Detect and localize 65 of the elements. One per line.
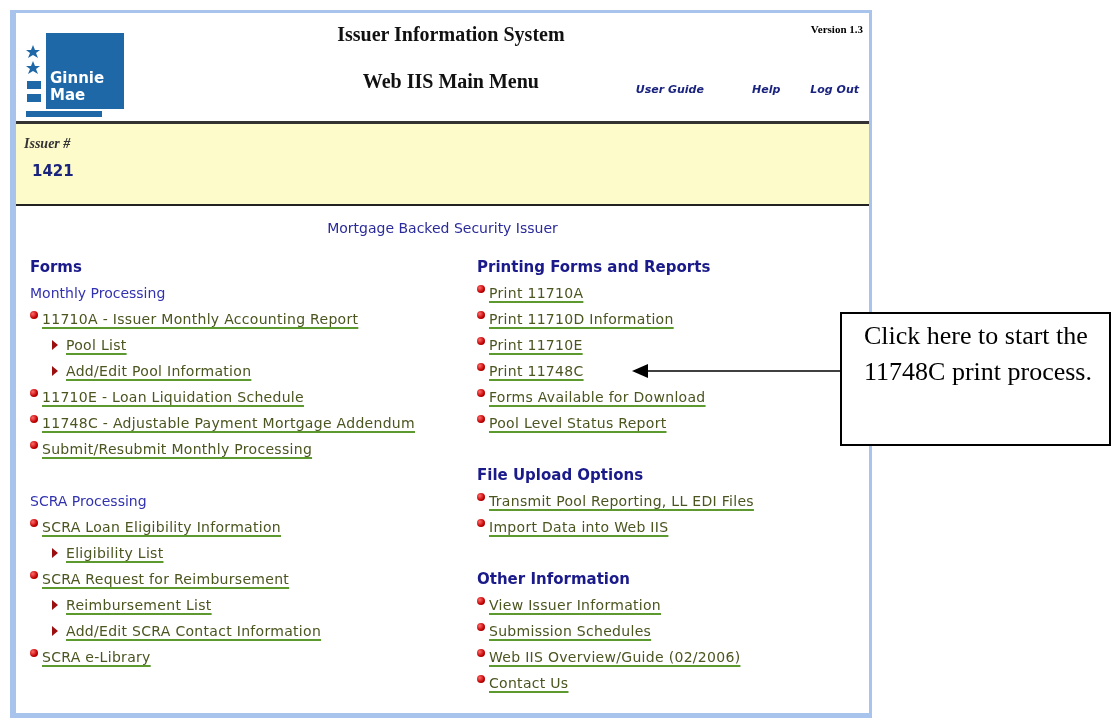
menu-link[interactable]: SCRA Request for Reimbursement xyxy=(42,571,290,587)
bullet-icon xyxy=(477,337,485,345)
menu-link[interactable]: Pool Level Status Report xyxy=(489,415,667,431)
menu-link[interactable]: Contact Us xyxy=(489,675,569,691)
section-heading: Forms xyxy=(30,258,82,276)
issuer-number: 1421 xyxy=(32,162,75,180)
bullet-icon xyxy=(30,311,38,319)
bullet-icon xyxy=(477,285,485,293)
callout-box: Click here to start the 11748C print process. xyxy=(840,312,1111,446)
menu-link[interactable]: Transmit Pool Reporting, LL EDI Files xyxy=(489,493,754,509)
menu-link[interactable]: Submit/Resubmit Monthly Processing xyxy=(42,441,313,457)
menu-link[interactable]: 11710E - Loan Liquidation Schedule xyxy=(42,389,304,405)
section-heading: Printing Forms and Reports xyxy=(477,258,711,276)
issuer-label: Issuer # xyxy=(24,136,72,152)
menu-link[interactable]: 11748C - Adjustable Payment Mortgage Addendum xyxy=(42,415,415,431)
triangle-icon xyxy=(52,340,58,350)
bullet-icon xyxy=(477,415,485,423)
bullet-icon xyxy=(30,649,38,657)
bullet-icon xyxy=(30,389,38,397)
menu-link[interactable]: Pool List xyxy=(66,337,127,353)
version-label: Version 1.3 xyxy=(810,23,863,35)
bullet-icon xyxy=(477,519,485,527)
subsection-heading: SCRA Processing xyxy=(30,493,147,509)
bullet-icon xyxy=(477,597,485,605)
page-title: Web IIS Main Menu xyxy=(361,70,540,93)
menu-link[interactable]: Print 11710D Information xyxy=(489,311,674,327)
menu-link[interactable]: SCRA e-Library xyxy=(42,649,151,665)
triangle-icon xyxy=(52,366,58,376)
section-heading: Other Information xyxy=(477,570,630,588)
menu-link[interactable]: 11710A - Issuer Monthly Accounting Report xyxy=(42,311,359,327)
triangle-icon xyxy=(52,600,58,610)
header-link[interactable]: User Guide xyxy=(635,83,704,96)
system-title: Issuer Information System xyxy=(336,23,566,46)
bullet-icon xyxy=(30,519,38,527)
bullet-icon xyxy=(477,389,485,397)
bullet-icon xyxy=(30,441,38,449)
triangle-icon xyxy=(52,548,58,558)
menu-link[interactable]: Print 11710A xyxy=(489,285,584,301)
section-title: Mortgage Backed Security Issuer xyxy=(327,220,558,236)
header-link[interactable]: Log Out xyxy=(810,83,859,96)
bullet-icon xyxy=(477,363,485,371)
subsection-heading: Monthly Processing xyxy=(30,285,166,301)
bullet-icon xyxy=(477,311,485,319)
menu-link[interactable]: Print 11710E xyxy=(489,337,583,353)
menu-link[interactable]: Submission Schedules xyxy=(489,623,652,639)
menu-link[interactable]: Add/Edit SCRA Contact Information xyxy=(66,623,322,639)
bullet-icon xyxy=(477,623,485,631)
bullet-icon xyxy=(30,571,38,579)
header-link[interactable]: Help xyxy=(751,83,781,96)
bullet-icon xyxy=(477,675,485,683)
bullet-icon xyxy=(477,493,485,501)
menu-link[interactable]: Eligibility List xyxy=(66,545,164,561)
menu-link[interactable]: Print 11748C xyxy=(489,363,584,379)
menu-link[interactable]: Web IIS Overview/Guide (02/2006) xyxy=(489,649,741,665)
bullet-icon xyxy=(30,415,38,423)
menu-link[interactable]: Import Data into Web IIS xyxy=(489,519,669,535)
menu-link[interactable]: Forms Available for Download xyxy=(489,389,706,405)
bullet-icon xyxy=(477,649,485,657)
menu-link[interactable]: View Issuer Information xyxy=(489,597,662,613)
menu-link[interactable]: Reimbursement List xyxy=(66,597,212,613)
menu-link[interactable]: Add/Edit Pool Information xyxy=(66,363,252,379)
triangle-icon xyxy=(52,626,58,636)
logo: Ginnie Mae xyxy=(26,31,126,119)
menu-link[interactable]: SCRA Loan Eligibility Information xyxy=(42,519,281,535)
section-heading: File Upload Options xyxy=(477,466,644,484)
